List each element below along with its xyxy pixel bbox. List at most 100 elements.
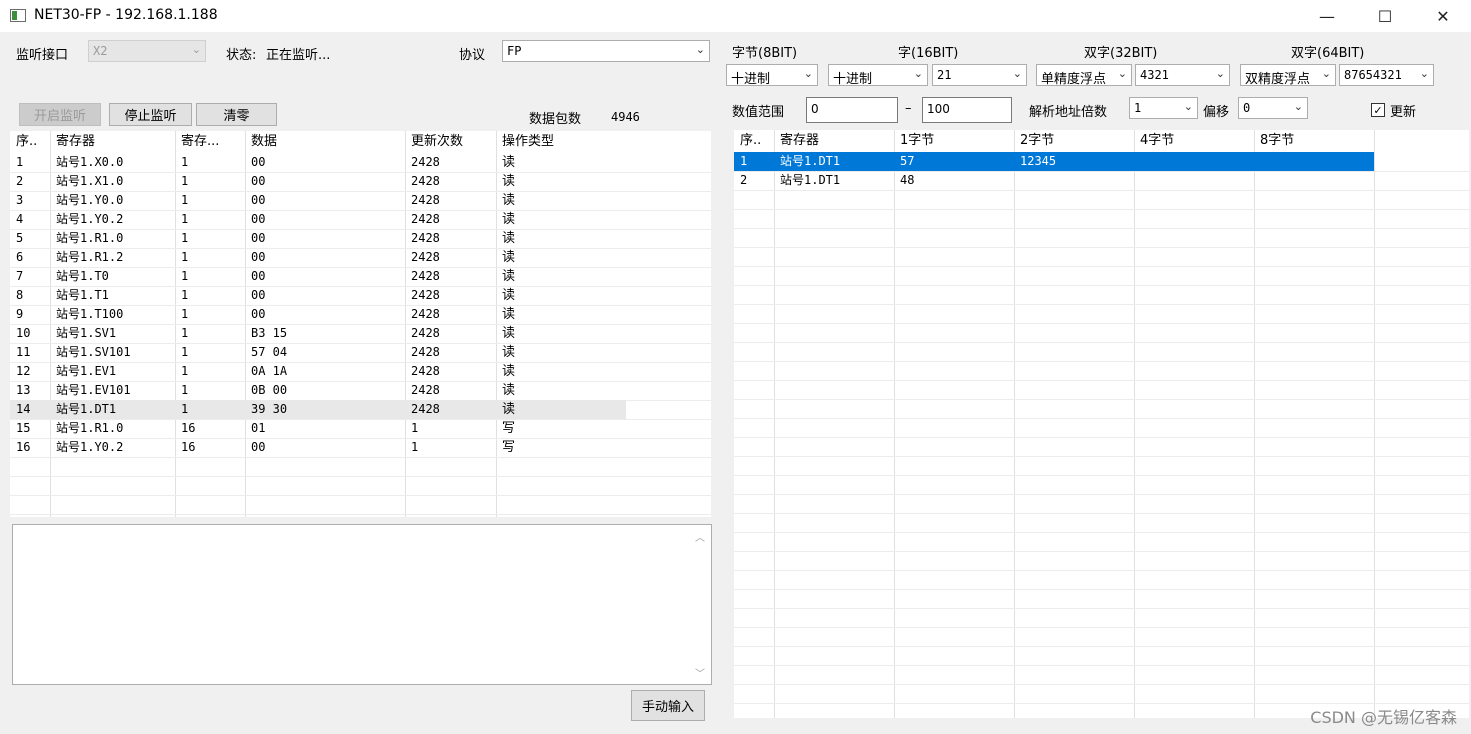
column-header[interactable]: 操作类型 [496, 131, 626, 153]
table-cell: 读 [502, 155, 516, 170]
table-cell [1134, 152, 1254, 171]
table-cell: 站号1.DT1 [780, 154, 841, 168]
table-cell [1014, 171, 1134, 190]
range-min-input[interactable]: 0 [806, 97, 898, 123]
start-monitor-button[interactable]: 开启监听 [19, 103, 101, 126]
chevron-down-icon: ⌄ [803, 67, 813, 80]
table-row[interactable]: 9 站号1.T100 1 00 2428 读 [10, 305, 626, 324]
table-cell: 站号1.DT1 [56, 402, 117, 416]
table-cell: 2428 [411, 402, 440, 416]
table-cell: 57 04 [251, 345, 288, 359]
word-format-value: 十进制 [833, 72, 873, 86]
qword-order-select[interactable]: 87654321 ⌄ [1339, 64, 1434, 86]
protocol-select[interactable]: FP ⌄ [502, 40, 710, 62]
table-cell: 01 [251, 421, 266, 435]
table-row[interactable]: 3 站号1.Y0.0 1 00 2428 读 [10, 191, 626, 210]
table-cell: 57 [900, 154, 915, 168]
qword-label: 双字(64BIT) [1291, 46, 1365, 61]
dword-order-select[interactable]: 4321 ⌄ [1135, 64, 1230, 86]
table-row[interactable]: 14 站号1.DT1 1 39 30 2428 读 [10, 400, 626, 419]
column-header[interactable]: 1字节 [894, 130, 1014, 152]
table-cell: 16 [181, 421, 196, 435]
offset-select[interactable]: 0 ⌄ [1238, 97, 1308, 119]
table-row[interactable]: 6 站号1.R1.2 1 00 2428 读 [10, 248, 626, 267]
table-row[interactable]: 2 站号1.DT1 48 [734, 171, 1374, 190]
table-row[interactable]: 15 站号1.R1.0 16 01 1 写 [10, 419, 626, 438]
multiple-select[interactable]: 1 ⌄ [1129, 97, 1198, 119]
table-cell: 5 [16, 231, 24, 245]
table-row[interactable]: 13 站号1.EV101 1 0B 00 2428 读 [10, 381, 626, 400]
table-row[interactable]: 16 站号1.Y0.2 16 00 1 写 [10, 438, 626, 457]
port-select[interactable]: X2 ⌄ [88, 40, 206, 62]
table-row[interactable]: 4 站号1.Y0.2 1 00 2428 读 [10, 210, 626, 229]
table-row[interactable]: 10 站号1.SV1 1 B3 15 2428 读 [10, 324, 626, 343]
column-header[interactable]: 8字节 [1254, 130, 1374, 152]
table-row[interactable]: 7 站号1.T0 1 00 2428 读 [10, 267, 626, 286]
column-header[interactable] [1374, 130, 1469, 152]
table-cell: 读 [502, 174, 516, 189]
column-header[interactable]: 4字节 [1134, 130, 1254, 152]
table-cell: 读 [502, 231, 516, 246]
table-row[interactable]: 1 站号1.DT1 57 12345 [734, 152, 1374, 171]
row-divider [734, 456, 1469, 457]
table-cell: 16 [16, 440, 31, 454]
row-divider [734, 190, 1469, 191]
table-row[interactable]: 8 站号1.T1 1 00 2428 读 [10, 286, 626, 305]
chevron-down-icon: ⌄ [1321, 67, 1331, 80]
word-order-value: 21 [937, 68, 952, 82]
chevron-down-icon: ⌄ [913, 67, 923, 80]
manual-input-button[interactable]: 手动输入 [631, 690, 705, 721]
qword-format-select[interactable]: 双精度浮点 ⌄ [1240, 64, 1336, 86]
byte-format-value: 十进制 [731, 72, 771, 86]
register-table[interactable]: 序.. 寄存器 寄存... 数据 更新次数 操作类型 1 站号1.X0.0 1 00 2428 读 2 站… [10, 131, 711, 517]
column-divider[interactable] [1374, 130, 1375, 718]
update-checkbox[interactable]: ✓ [1371, 103, 1385, 117]
column-header[interactable]: 寄存... [175, 131, 245, 153]
scroll-down-icon[interactable]: ﹀ [695, 665, 705, 680]
log-textbox[interactable]: ︿ ﹀ [12, 524, 712, 685]
column-divider[interactable] [1134, 130, 1135, 718]
word-format-select[interactable]: 十进制 ⌄ [828, 64, 928, 86]
row-divider [734, 513, 1469, 514]
table-row[interactable]: 12 站号1.EV1 1 0A 1A 2428 读 [10, 362, 626, 381]
table-cell: 2428 [411, 193, 440, 207]
dword-format-select[interactable]: 单精度浮点 ⌄ [1036, 64, 1132, 86]
column-header[interactable]: 2字节 [1014, 130, 1134, 152]
word-order-select[interactable]: 21 ⌄ [932, 64, 1027, 86]
column-header[interactable]: 寄存器 [50, 131, 175, 153]
table-row[interactable]: 11 站号1.SV101 1 57 04 2428 读 [10, 343, 626, 362]
column-header[interactable]: 数据 [245, 131, 405, 153]
table-cell: 站号1.X0.0 [56, 155, 124, 169]
row-divider [734, 342, 1469, 343]
table-row[interactable]: 2 站号1.X1.0 1 00 2428 读 [10, 172, 626, 191]
minimize-button[interactable]: — [1298, 0, 1356, 32]
column-header[interactable]: 寄存器 [774, 130, 894, 152]
column-divider[interactable] [1014, 130, 1015, 718]
row-divider [734, 304, 1469, 305]
row-divider [734, 684, 1469, 685]
close-button[interactable]: ✕ [1414, 0, 1471, 32]
stop-monitor-button[interactable]: 停止监听 [109, 103, 192, 126]
multiple-value: 1 [1134, 101, 1142, 115]
clear-button[interactable]: 清零 [196, 103, 277, 126]
column-divider[interactable] [894, 130, 895, 718]
column-header[interactable]: 序.. [10, 131, 50, 153]
range-separator: – [905, 101, 912, 116]
column-header[interactable]: 更新次数 [405, 131, 496, 153]
table-cell: 00 [251, 307, 266, 321]
column-divider[interactable] [774, 130, 775, 718]
column-divider[interactable] [1254, 130, 1255, 718]
chevron-down-icon: ⌄ [695, 43, 705, 56]
table-row[interactable]: 1 站号1.X0.0 1 00 2428 读 [10, 153, 626, 172]
row-divider [10, 476, 711, 477]
scroll-up-icon[interactable]: ︿ [695, 529, 705, 544]
parse-result-table[interactable]: 序.. 寄存器 1字节 2字节 4字节 8字节 1 站号1.DT1 57 12345 2 站号1.DT… [734, 130, 1469, 718]
byte-format-select[interactable]: 十进制 ⌄ [726, 64, 818, 86]
table-cell: 2428 [411, 212, 440, 226]
maximize-button[interactable]: ☐ [1356, 0, 1414, 32]
column-header[interactable]: 序.. [734, 130, 774, 152]
table-cell: 站号1.Y0.2 [56, 440, 124, 454]
table-cell: 1 [181, 383, 189, 397]
table-row[interactable]: 5 站号1.R1.0 1 00 2428 读 [10, 229, 626, 248]
range-max-input[interactable]: 100 [922, 97, 1012, 123]
